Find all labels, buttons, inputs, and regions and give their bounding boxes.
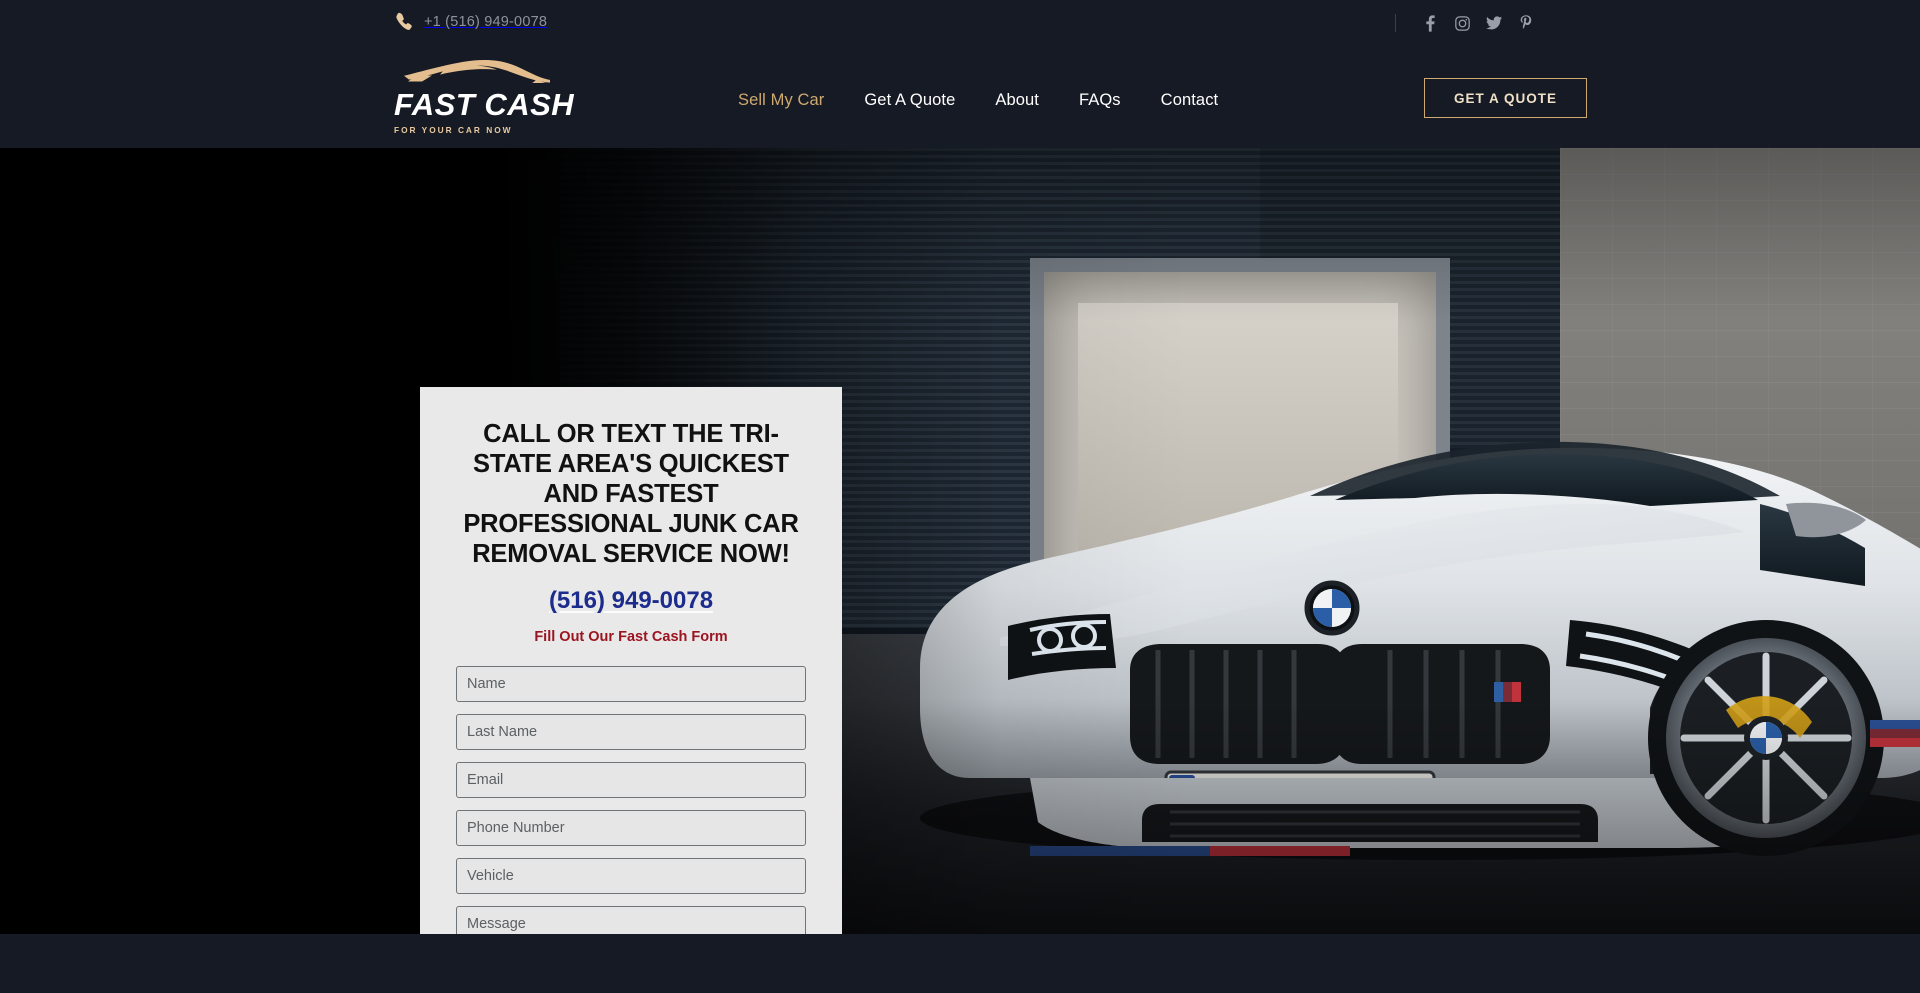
hero-background-image: D M GU 5195 <box>0 148 1920 934</box>
topbar-phone-text: +1 (516) 949-0078 <box>424 13 548 30</box>
email-field[interactable] <box>456 762 806 799</box>
lead-capture-form-card: CALL OR TEXT THE TRI-STATE AREA'S QUICKE… <box>420 387 842 934</box>
instagram-icon[interactable] <box>1446 13 1478 33</box>
contact-form: Send Now <box>456 666 806 934</box>
name-field[interactable] <box>456 666 806 703</box>
logo-tagline: FOR YOUR CAR NOW <box>394 125 513 135</box>
pinterest-icon[interactable] <box>1510 13 1542 33</box>
facebook-icon[interactable] <box>1414 13 1446 33</box>
site-header: FAST CASH FOR YOUR CAR NOW Sell My Car G… <box>0 44 1920 148</box>
hero-overlay-bottom <box>0 148 1920 934</box>
form-subheading: Fill Out Our Fast Cash Form <box>534 629 728 646</box>
topbar-phone-link[interactable]: +1 (516) 949-0078 <box>396 12 547 31</box>
logo[interactable]: FAST CASH FOR YOUR CAR NOW <box>394 56 574 135</box>
nav-item-contact[interactable]: Contact <box>1141 91 1239 110</box>
phone-number-field[interactable] <box>456 810 806 847</box>
top-bar: +1 (516) 949-0078 <box>0 0 1920 44</box>
twitter-icon[interactable] <box>1478 13 1510 33</box>
form-heading: CALL OR TEXT THE TRI-STATE AREA'S QUICKE… <box>463 420 799 569</box>
social-links <box>1395 13 1542 33</box>
last-name-field[interactable] <box>456 714 806 751</box>
page-root: +1 (516) 949-0078 FAST CASH FOR YOUR CAR… <box>0 0 1920 993</box>
footer-strip <box>0 934 1920 993</box>
get-a-quote-button[interactable]: GET A QUOTE <box>1424 78 1587 118</box>
phone-icon <box>396 12 412 31</box>
nav-item-faqs[interactable]: FAQs <box>1059 91 1141 110</box>
nav-item-about[interactable]: About <box>975 91 1059 110</box>
hero-section: D M GU 5195 <box>0 148 1920 934</box>
vehicle-field[interactable] <box>456 858 806 895</box>
sports-car-icon <box>402 56 552 87</box>
nav-item-sell-my-car[interactable]: Sell My Car <box>718 91 844 110</box>
social-divider <box>1395 14 1396 32</box>
message-field[interactable] <box>456 906 806 934</box>
main-nav: Sell My Car Get A Quote About FAQs Conta… <box>718 91 1238 110</box>
logo-wordmark: FAST CASH <box>394 87 575 122</box>
nav-item-get-a-quote[interactable]: Get A Quote <box>844 91 975 110</box>
form-phone-link[interactable]: (516) 949-0078 <box>456 587 806 615</box>
